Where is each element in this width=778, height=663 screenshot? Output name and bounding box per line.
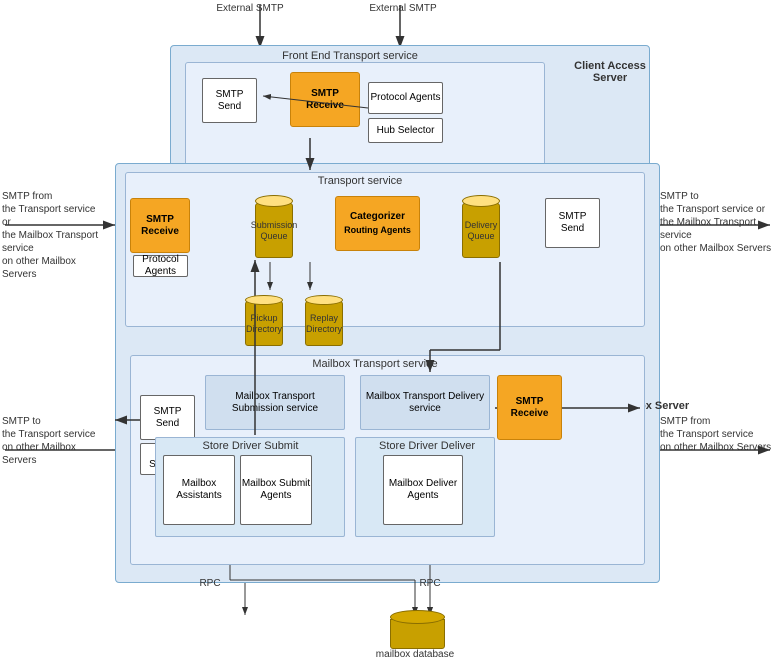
hub-selector-cas: Hub Selector bbox=[368, 118, 443, 143]
smtp-receive-mailbox: SMTP Receive bbox=[497, 375, 562, 440]
smtp-send-mailbox: SMTP Send bbox=[140, 395, 195, 440]
categorizer: Categorizer Routing Agents bbox=[335, 196, 420, 251]
store-driver-deliver-label: Store Driver Deliver bbox=[362, 440, 492, 452]
smtp-from-right-bottom-label: SMTP fromthe Transport serviceon other M… bbox=[660, 415, 775, 454]
ext-smtp-right-label: External SMTP bbox=[363, 2, 443, 15]
client-access-server-label: Client Access Server bbox=[565, 60, 655, 84]
store-driver-submit-label: Store Driver Submit bbox=[168, 440, 333, 452]
ext-smtp-left-label: External SMTP bbox=[210, 2, 290, 15]
mailbox-assistants: Mailbox Assistants bbox=[163, 455, 235, 525]
rpc-left-label: RPC bbox=[180, 577, 240, 590]
mailbox-transport-label: Mailbox Transport service bbox=[260, 358, 490, 370]
front-end-transport-label: Front End Transport service bbox=[220, 50, 480, 62]
submission-queue: Submission Queue bbox=[255, 195, 293, 258]
diagram: External SMTP External SMTP Client Acces… bbox=[0, 0, 778, 663]
mailbox-submit-agents: Mailbox Submit Agents bbox=[240, 455, 312, 525]
smtp-send-transport: SMTP Send bbox=[545, 198, 600, 248]
protocol-agents-transport: Protocol Agents bbox=[133, 255, 188, 277]
rpc-right-label: RPC bbox=[400, 577, 460, 590]
smtp-to-left-bottom-label: SMTP tothe Transport serviceon other Mai… bbox=[2, 415, 107, 467]
smtp-to-right-top-label: SMTP tothe Transport service orthe Mailb… bbox=[660, 190, 775, 255]
mailbox-deliver-agents: Mailbox Deliver Agents bbox=[383, 455, 463, 525]
smtp-receive-transport: SMTP Receive bbox=[130, 198, 190, 253]
smtp-send-cas: SMTP Send bbox=[202, 78, 257, 123]
mailbox-database-label: mailbox database bbox=[360, 648, 470, 661]
protocol-agents-cas: Protocol Agents bbox=[368, 82, 443, 114]
smtp-receive-cas: SMTP Receive bbox=[290, 72, 360, 127]
routing-agents-label: Routing Agents bbox=[344, 225, 411, 236]
transport-service-label: Transport service bbox=[280, 175, 440, 187]
mailbox-transport-submission-region: Mailbox Transport Submission service bbox=[205, 375, 345, 430]
pickup-directory: Pickup Directory bbox=[245, 295, 283, 346]
replay-directory: Replay Directory bbox=[305, 295, 343, 346]
mailbox-database bbox=[390, 610, 445, 649]
delivery-queue: Delivery Queue bbox=[462, 195, 500, 258]
mailbox-transport-delivery-region: Mailbox Transport Delivery service bbox=[360, 375, 490, 430]
smtp-from-left-top-label: SMTP fromthe Transport service orthe Mai… bbox=[2, 190, 107, 281]
